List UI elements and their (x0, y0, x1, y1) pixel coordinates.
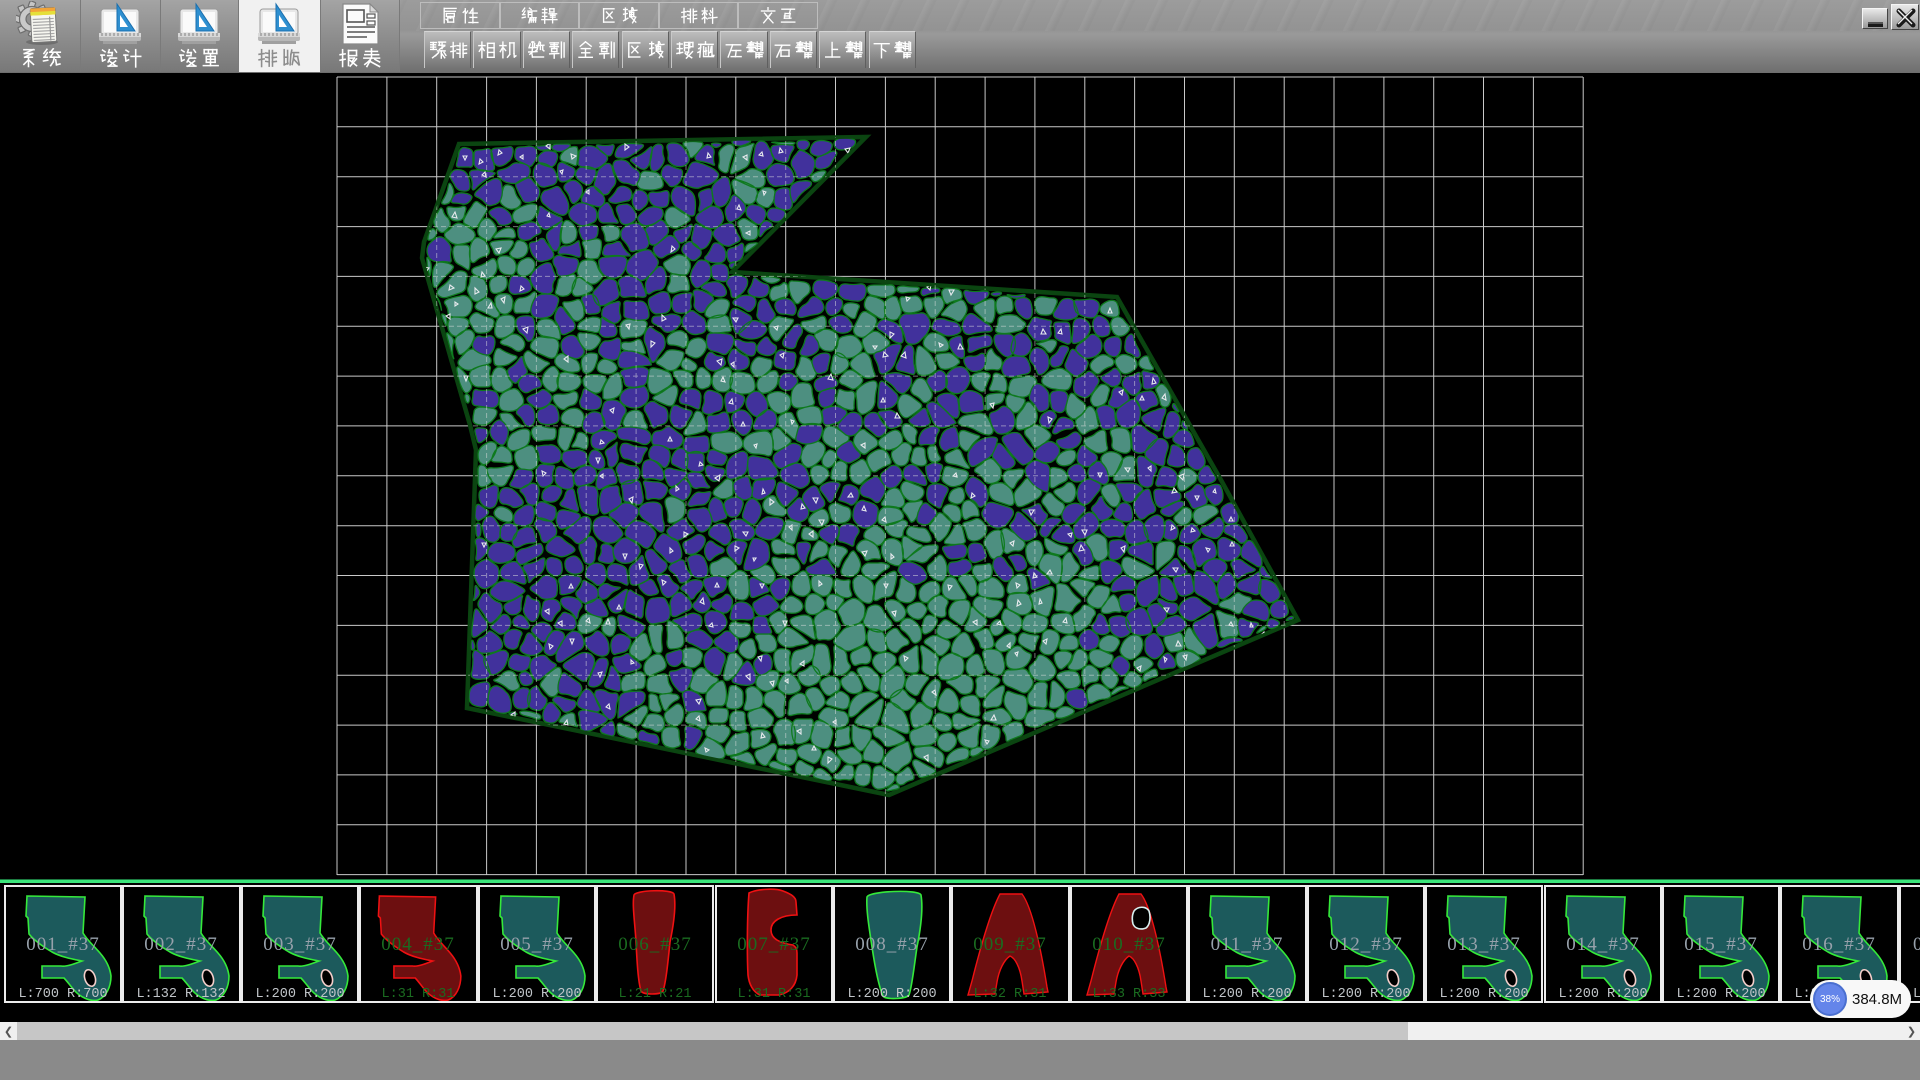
svg-text:017_#37: 017_#37 (1913, 934, 1920, 955)
svg-text:003_#37: 003_#37 (263, 934, 337, 955)
svg-text:007_#37: 007_#37 (737, 934, 811, 955)
svg-text:013_#37: 013_#37 (1447, 934, 1521, 955)
svg-text:L:31 R:31: L:31 R:31 (382, 987, 455, 1001)
svg-text:L:200 R:200: L:200 R:200 (1439, 987, 1528, 1001)
svg-text:016_#37: 016_#37 (1803, 934, 1877, 955)
svg-text:L:200 R:200: L:200 R:200 (1676, 987, 1765, 1001)
svg-text:010_#37: 010_#37 (1092, 934, 1166, 955)
svg-text:005_#37: 005_#37 (500, 934, 574, 955)
svg-text:L:700 R:700: L:700 R:700 (18, 987, 107, 1001)
svg-text:L:200 R:200: L:200 R:200 (1558, 987, 1647, 1001)
svg-text:012_#37: 012_#37 (1329, 934, 1403, 955)
svg-text:L:200 R:200: L:200 R:200 (1203, 987, 1292, 1001)
svg-text:L:200 R:200: L:200 R:200 (255, 987, 344, 1001)
svg-text:L:21 R:21: L:21 R:21 (619, 987, 692, 1001)
svg-text:001_#37: 001_#37 (26, 934, 100, 955)
svg-text:L:200 R:200: L:200 R:200 (847, 987, 936, 1001)
svg-text:L:200 R:200: L:200 R:200 (492, 987, 581, 1001)
svg-text:015_#37: 015_#37 (1684, 934, 1758, 955)
svg-text:L:33 R:33: L:33 R:33 (1092, 987, 1165, 1001)
svg-text:L:200 R:200: L:200 R:200 (1913, 987, 1920, 1001)
svg-text:L:132 R:132: L:132 R:132 (137, 987, 226, 1001)
svg-text:L:32 R:31: L:32 R:31 (974, 987, 1047, 1001)
svg-text:008_#37: 008_#37 (855, 934, 929, 955)
svg-text:009_#37: 009_#37 (974, 934, 1048, 955)
svg-text:002_#37: 002_#37 (145, 934, 219, 955)
svg-text:011_#37: 011_#37 (1211, 934, 1284, 955)
svg-text:004_#37: 004_#37 (382, 934, 456, 955)
svg-text:006_#37: 006_#37 (618, 934, 692, 955)
svg-text:014_#37: 014_#37 (1566, 934, 1640, 955)
svg-text:L:200 R:200: L:200 R:200 (1321, 987, 1410, 1001)
svg-text:L:31 R:31: L:31 R:31 (737, 987, 810, 1001)
